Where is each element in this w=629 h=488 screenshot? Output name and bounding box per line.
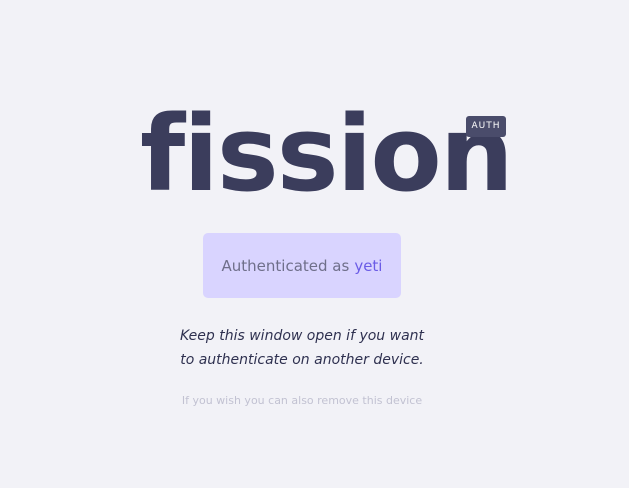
authenticated-label: Authenticated as [221,256,350,275]
fission-wordmark: fission [140,93,514,215]
message-line-2: to authenticate on another device. [180,352,424,368]
remove-device-link[interactable]: If you wish you can also remove this dev… [0,394,604,407]
username: yeti [354,256,383,275]
keep-window-open-message: Keep this window open if you want to aut… [0,324,604,372]
message-line-1: Keep this window open if you want [179,328,425,344]
fission-logo: fission AUTH [0,102,629,212]
authenticated-status-box: Authenticated as yeti [203,233,401,298]
auth-badge: AUTH [466,116,506,137]
